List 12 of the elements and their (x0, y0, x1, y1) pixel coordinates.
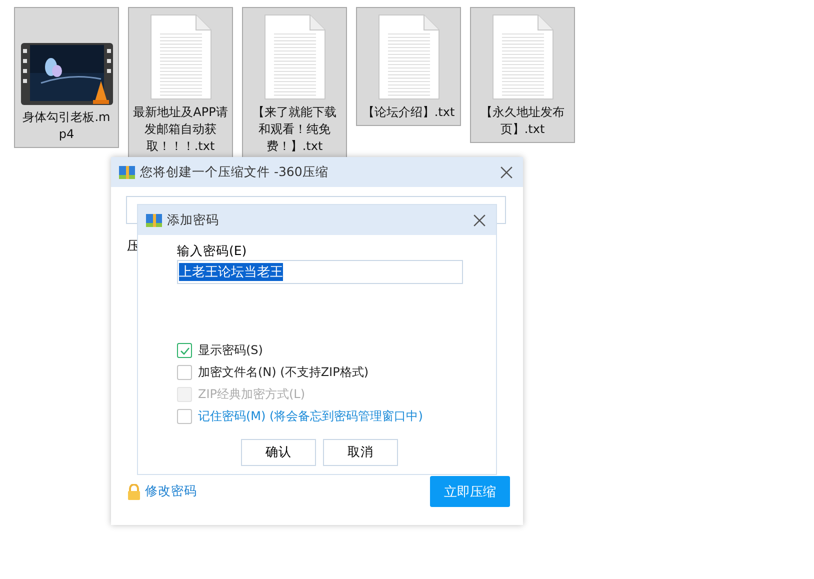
option-label: 加密文件名(N) (不支持ZIP格式) (198, 364, 369, 381)
option-label: 记住密码(M) (将会备忘到密码管理窗口中) (198, 408, 423, 425)
file-name: 【永久地址发布页】.txt (480, 104, 566, 138)
option-label: 显示密码(S) (198, 342, 263, 359)
file-name: 【论坛介绍】.txt (362, 104, 455, 121)
file-name: 最新地址及APP请发邮箱自动获取！！！.txt (133, 104, 228, 155)
file-name: 【来了就能下载和观看！纯免费！】.txt (252, 104, 338, 155)
password-label: 输入密码(E) (177, 243, 248, 260)
option-label: ZIP经典加密方式(L) (198, 386, 306, 403)
file-name: 身体勾引老板.mp4 (22, 109, 112, 143)
window-title: 您将创建一个压缩文件 -360压缩 (140, 164, 330, 180)
dialog-title: 添加密码 (167, 212, 220, 228)
